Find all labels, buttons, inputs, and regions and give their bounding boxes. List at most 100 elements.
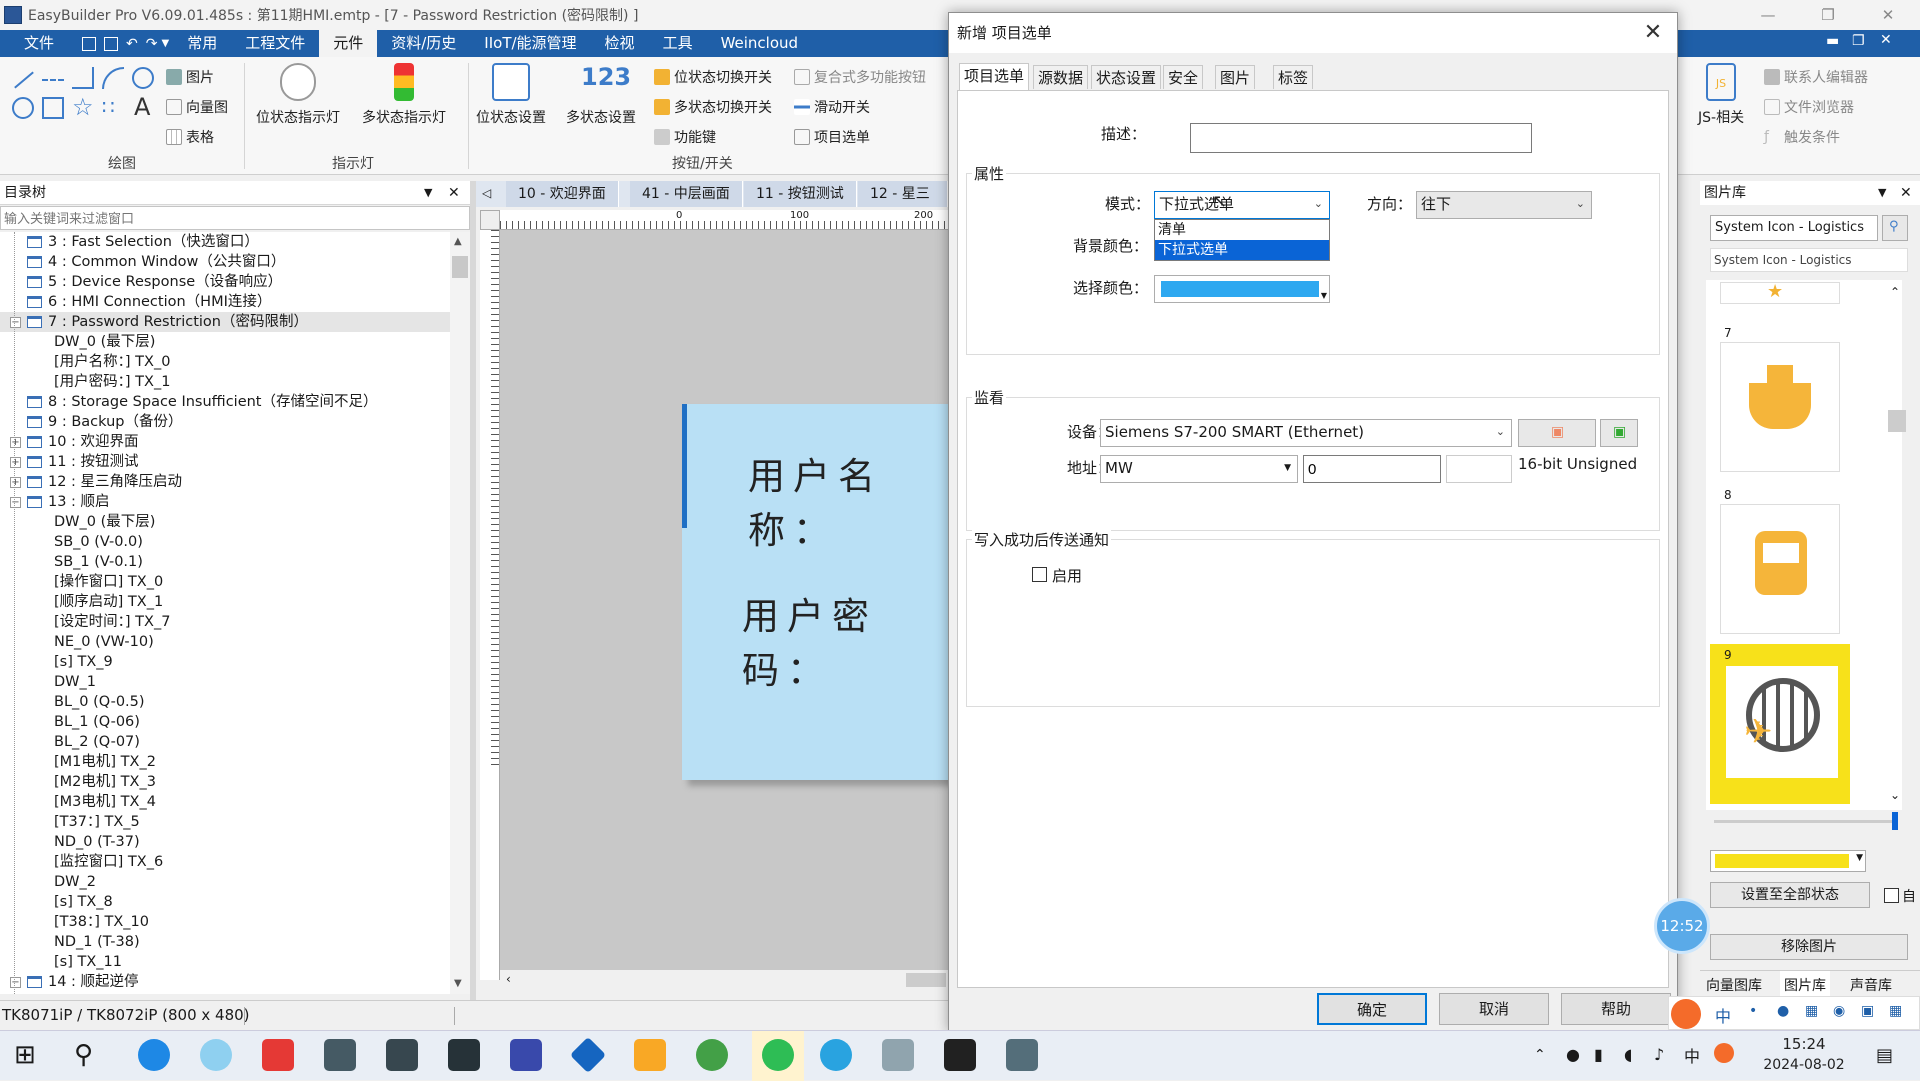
ime-mode-indicator[interactable]: 中 [1715,1003,1731,1027]
app-icon-1[interactable] [200,1039,232,1071]
scale-icon[interactable]: ∷ [102,95,115,119]
translate-icon[interactable] [820,1039,852,1071]
save-all-icon[interactable] [104,36,119,51]
floating-clock-widget[interactable]: 12:52 [1654,898,1710,954]
expand-icon[interactable]: + [10,436,21,448]
tree-scrollbar[interactable]: ▲ ▼ [450,232,470,994]
tree-window-node[interactable]: 8 : Storage Space Insufficient（存储空间不足） [10,392,378,412]
battery-icon[interactable]: ▮ [1594,1045,1603,1064]
tree-window-node[interactable]: +11 : 按钮测试 [10,452,139,472]
bit-lamp-button[interactable]: 位状态指示灯 [256,63,340,127]
text-icon[interactable]: A [134,93,150,121]
tab-window-10[interactable]: 10 - 欢迎界面 [506,181,619,207]
enable-notify-checkbox[interactable] [1032,567,1047,582]
canvas-hscrollbar[interactable]: ‹ [500,970,948,990]
arc-icon[interactable] [102,67,124,89]
sogou-icon[interactable] [1714,1043,1734,1063]
scrollbar-thumb[interactable] [452,256,468,278]
menu-project[interactable]: 工程文件 [231,30,319,57]
tree-filter-input[interactable] [0,206,470,230]
tree-object-node[interactable]: BL_1 (Q-06) [54,712,140,732]
tree-window-node[interactable]: +12 : 星三角降压启动 [10,472,182,492]
circle-icon[interactable] [132,67,154,89]
library-scroll-thumb[interactable] [1888,410,1906,432]
device-settings-button[interactable]: ▣ [1518,419,1596,447]
tree-object-node[interactable]: [s] TX_11 [54,952,122,972]
star-icon[interactable]: ☆ [72,93,94,121]
tree-leaf-icon[interactable] [10,297,21,308]
tree-window-node[interactable]: +10 : 欢迎界面 [10,432,139,452]
rectangle-icon[interactable] [42,97,64,119]
menu-common[interactable]: 常用 [173,30,231,57]
js-button[interactable]: JS JS-相关 [1698,63,1744,127]
username-label[interactable]: 用户名称： [748,446,948,554]
auto-checkbox[interactable] [1884,888,1899,903]
tree-object-node[interactable]: [s] TX_8 [54,892,113,912]
tab-security[interactable]: 安全 [1163,65,1204,89]
file-browser-button[interactable]: 文件浏览器 [1764,97,1854,117]
mode-option-list[interactable]: 清单 [1155,220,1329,240]
tree-window-node[interactable]: 3 : Fast Selection（快选窗口） [10,232,259,252]
search-icon[interactable]: ⚲ [74,1039,106,1071]
mode-select[interactable]: 下拉式选单 ⌄ [1154,191,1330,219]
line-icon[interactable] [14,71,34,89]
tree-window-node[interactable]: 5 : Device Response（设备响应） [10,272,282,292]
multi-set-button[interactable]: 123 多状态设置 [566,63,636,127]
wps-icon[interactable] [944,1039,976,1071]
tab-option-list[interactable]: 项目选单 [959,63,1030,90]
tree-window-node[interactable]: 6 : HMI Connection（HMI连接） [10,292,271,312]
tree-object-node[interactable]: [用户名称：] TX_0 [54,352,170,372]
edge-icon[interactable] [138,1039,170,1071]
pie-icon[interactable] [12,97,34,119]
tree-object-node[interactable]: SB_0 (V-0.0) [54,532,143,552]
splitter[interactable] [470,181,476,1001]
tree-object-node[interactable]: [T38：] TX_10 [54,912,149,932]
plcsim-icon[interactable] [386,1039,418,1071]
size-slider[interactable] [1714,820,1894,823]
collapse-icon[interactable]: − [10,976,21,988]
address-index-field[interactable] [1446,455,1512,483]
tree-object-node[interactable]: [M2电机] TX_3 [54,772,156,792]
library-scroll-up-icon[interactable]: ⌃ [1890,285,1900,299]
ok-button[interactable]: 确定 [1317,993,1427,1025]
asst-icon[interactable] [448,1039,480,1071]
mode-option-dropdown[interactable]: 下拉式选单 [1155,240,1329,260]
tree-object-node[interactable]: [设定时间：] TX_7 [54,612,170,632]
picture-button[interactable]: 图片 [166,67,214,87]
tab-window-11[interactable]: 11 - 按钮测试 [744,181,857,207]
table-button[interactable]: 表格 [166,127,214,147]
panel-menu-icon[interactable]: ▼ [424,181,432,205]
punctuation-icon[interactable]: • [1749,1003,1757,1019]
state-color-select[interactable]: ▼ [1710,850,1866,872]
tree-window-node[interactable]: 9 : Backup（备份） [10,412,182,432]
tree-object-node[interactable]: DW_1 [54,672,96,692]
tab-vector-library[interactable]: 向量图库 [1706,975,1762,995]
multi-switch-button[interactable]: 多状态切换开关 [654,97,772,117]
skin-icon[interactable]: ◉ [1833,1003,1845,1019]
library-thumb-6[interactable]: ★ [1720,281,1840,304]
library-search-button[interactable]: ⚲ [1882,215,1908,241]
tia-portal-icon[interactable] [324,1039,356,1071]
tree-window-node[interactable]: − 7 : Password Restriction（密码限制） [0,312,450,332]
sogou-logo-icon[interactable] [1671,999,1701,1029]
microphone-icon[interactable]: ● [1566,1045,1580,1064]
multi-lamp-button[interactable]: 多状态指示灯 [362,63,446,127]
windows-start-icon[interactable]: ⊞ [14,1039,46,1071]
ribbon-minimize-icon[interactable]: ▬ [1826,33,1839,49]
undo-icon[interactable]: ↶ [126,36,138,52]
function-key-button[interactable]: 功能键 [654,127,716,147]
tab-window-12[interactable]: 12 - 星三角 [858,181,948,228]
browser-icon[interactable] [696,1039,728,1071]
direction-select[interactable]: 往下 ⌄ [1416,191,1592,219]
size-slider-thumb[interactable] [1892,812,1898,830]
cancel-button[interactable]: 取消 [1439,993,1549,1025]
menu-weincloud[interactable]: Weincloud [707,30,812,57]
maximize-button[interactable]: ❐ [1800,0,1856,30]
tree-leaf-icon[interactable] [10,277,21,288]
panel-close-icon[interactable]: ✕ [448,181,460,205]
redo-icon[interactable]: ↷ [146,36,158,52]
remove-image-button[interactable]: 移除图片 [1710,934,1908,960]
slider-switch-button[interactable]: 滑动开关 [794,97,870,117]
volume-icon[interactable]: ♪ [1654,1045,1664,1064]
customize-icon[interactable]: ▼ [161,38,169,49]
